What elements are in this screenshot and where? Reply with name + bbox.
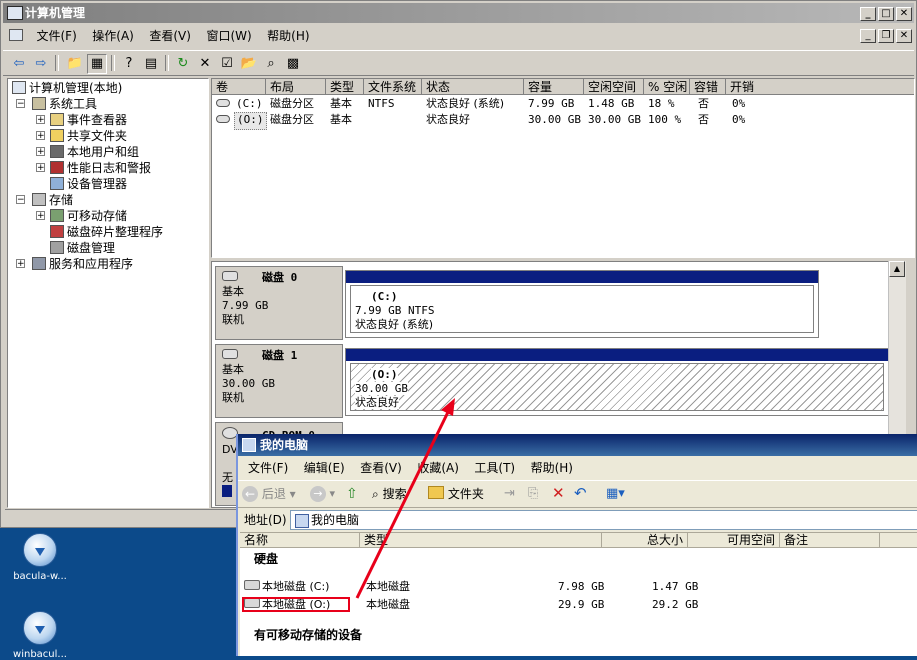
annotation-arrow <box>355 398 455 599</box>
